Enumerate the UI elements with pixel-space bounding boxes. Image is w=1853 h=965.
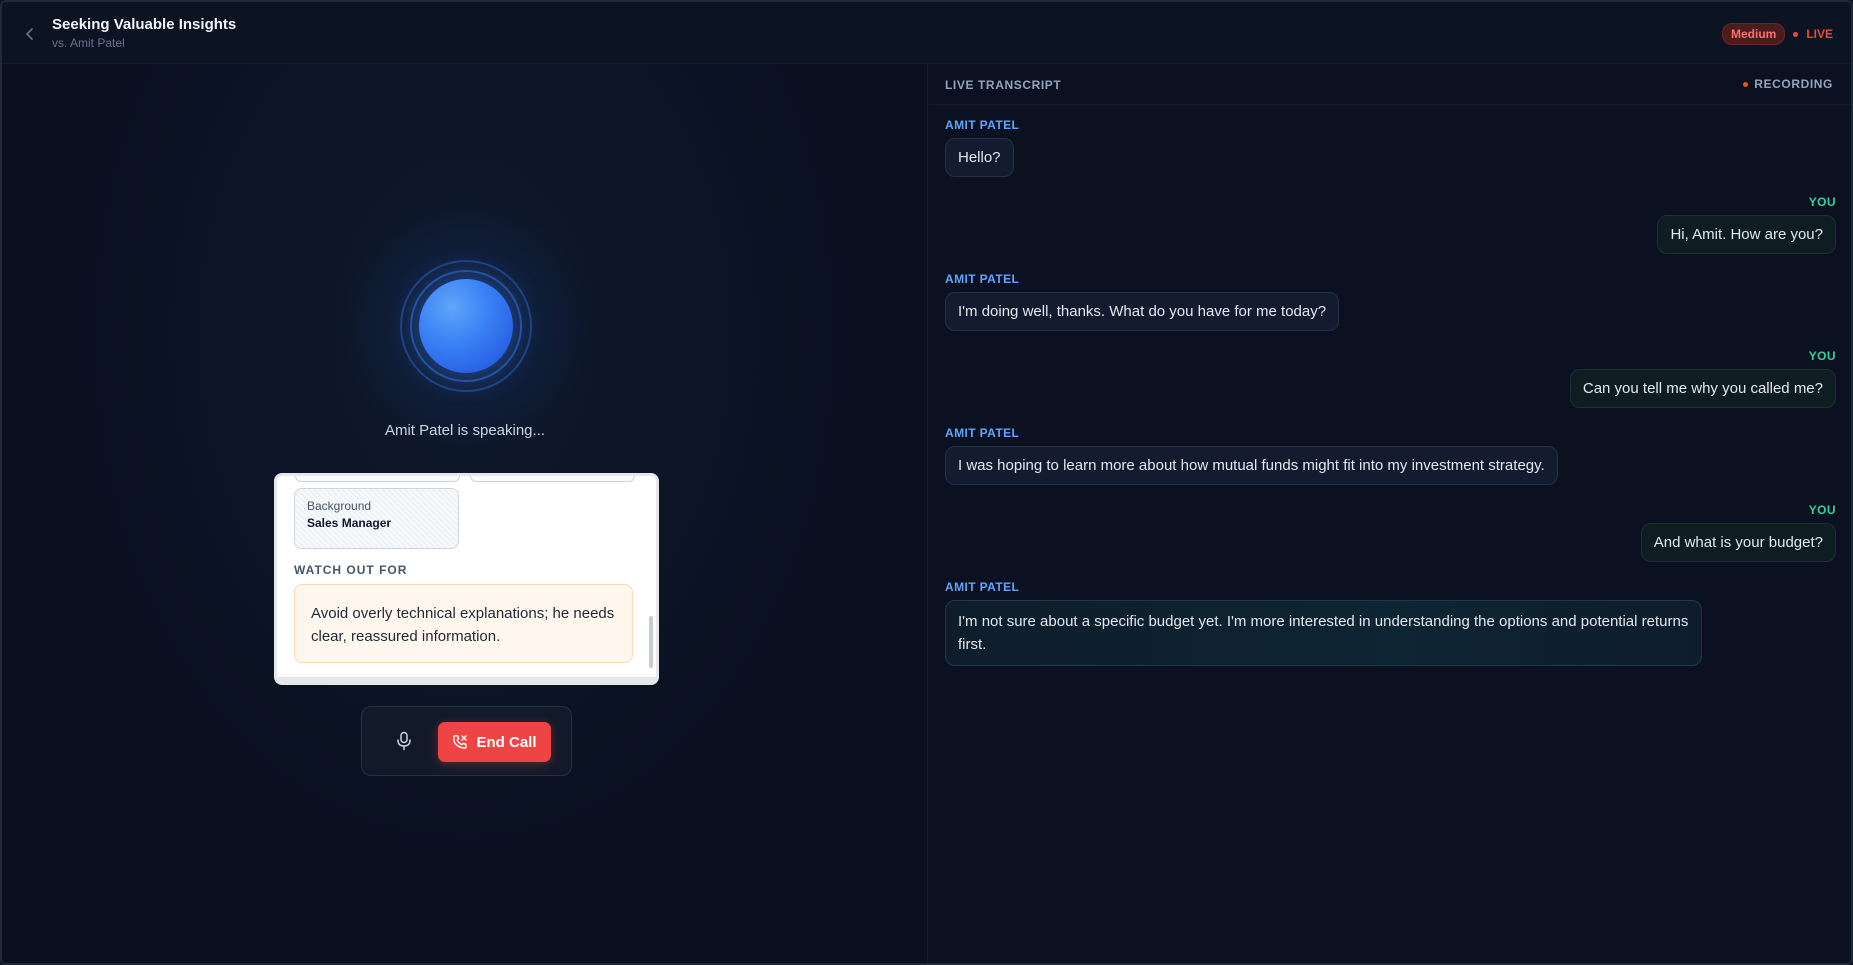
background-label: Background: [307, 499, 372, 513]
end-call-label: End Call: [476, 733, 537, 751]
message-bubble: I'm doing well, thanks. What do you have…: [945, 292, 1340, 331]
difficulty-badge: Medium: [1721, 23, 1786, 45]
page-title: Seeking Valuable Insights: [52, 16, 237, 33]
transcript-message: YOU And what is your budget?: [945, 503, 1836, 562]
mic-button[interactable]: [392, 729, 416, 753]
persona-card[interactable]: Background Sales Manager WATCH OUT FOR A…: [274, 473, 659, 685]
message-speaker: YOU: [1808, 503, 1836, 517]
background-chip: Background Sales Manager: [294, 488, 459, 549]
card-bottom-edge: [277, 677, 656, 682]
header-status: Medium LIVE: [1721, 23, 1833, 45]
voice-panel: Amit Patel is speaking... Background Sal…: [2, 64, 928, 963]
live-label: LIVE: [1806, 27, 1833, 41]
clipped-chip: [470, 476, 635, 482]
back-button[interactable]: [18, 22, 42, 46]
live-dot-icon: [1793, 31, 1799, 37]
recording-dot-icon: [1743, 81, 1749, 87]
card-clipped-chips: [295, 476, 640, 482]
message-speaker: YOU: [1808, 195, 1836, 209]
watch-out-heading: WATCH OUT FOR: [294, 563, 408, 577]
transcript-message: AMIT PATEL I was hoping to learn more ab…: [945, 426, 1836, 485]
voice-orb: [340, 200, 592, 452]
chevron-left-icon: [26, 28, 33, 40]
clipped-chip: [295, 476, 460, 482]
message-bubble: Hi, Amit. How are you?: [1657, 215, 1836, 254]
header: Seeking Valuable Insights vs. Amit Patel…: [2, 2, 1851, 64]
orb-sphere: [419, 279, 513, 373]
background-value: Sales Manager: [307, 516, 392, 530]
transcript-message: AMIT PATEL Hello?: [945, 118, 1836, 177]
message-bubble: I'm not sure about a specific budget yet…: [945, 600, 1702, 666]
end-call-button[interactable]: End Call: [438, 722, 551, 762]
transcript-message: AMIT PATEL I'm doing well, thanks. What …: [945, 272, 1836, 331]
recording-status: RECORDING: [1743, 77, 1833, 91]
message-speaker: AMIT PATEL: [945, 426, 1020, 440]
watch-out-note: Avoid overly technical explanations; he …: [294, 584, 633, 663]
transcript-panel: LIVE TRANSCRIPT RECORDING AMIT PATEL Hel…: [929, 64, 1851, 963]
message-bubble: And what is your budget?: [1640, 523, 1836, 562]
message-speaker: AMIT PATEL: [945, 272, 1020, 286]
transcript-message: AMIT PATEL I'm not sure about a specific…: [945, 580, 1836, 666]
message-bubble: I was hoping to learn more about how mut…: [945, 446, 1558, 485]
call-controls: End Call: [361, 706, 572, 776]
transcript-title: LIVE TRANSCRIPT: [945, 78, 1062, 92]
message-speaker: AMIT PATEL: [945, 580, 1020, 594]
transcript-message: YOU Hi, Amit. How are you?: [945, 195, 1836, 254]
recording-label: RECORDING: [1754, 77, 1833, 91]
transcript-header: LIVE TRANSCRIPT RECORDING: [929, 64, 1851, 105]
microphone-icon: [397, 731, 411, 751]
transcript-message: YOU Can you tell me why you called me?: [945, 349, 1836, 408]
message-bubble: Can you tell me why you called me?: [1569, 369, 1836, 408]
phone-hangup-icon: [453, 735, 468, 749]
card-scrollbar[interactable]: [649, 616, 653, 668]
speaking-status: Amit Patel is speaking...: [384, 422, 546, 439]
message-speaker: AMIT PATEL: [945, 118, 1020, 132]
page-subtitle: vs. Amit Patel: [52, 36, 125, 50]
app-window: Seeking Valuable Insights vs. Amit Patel…: [0, 0, 1853, 965]
message-bubble: Hello?: [945, 138, 1014, 177]
message-speaker: YOU: [1808, 349, 1836, 363]
